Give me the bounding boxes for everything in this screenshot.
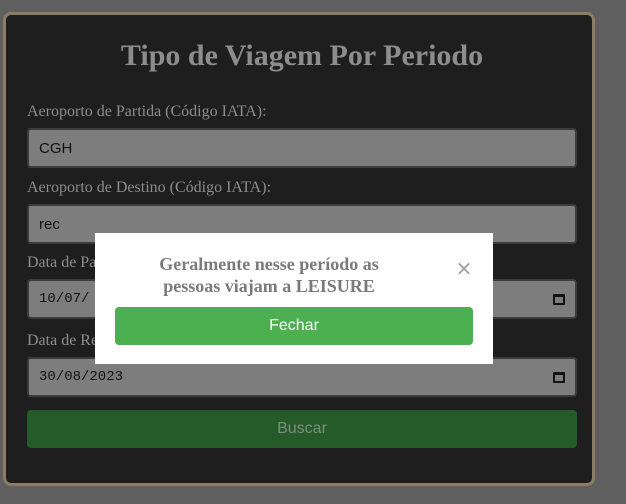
search-button[interactable]: Buscar (27, 410, 577, 448)
destination-value: rec (39, 215, 60, 233)
page-title: Tipo de Viagem Por Periodo (120, 39, 484, 72)
departure-date-label: Data de Pa (27, 254, 97, 271)
origin-input[interactable]: CGH (27, 128, 577, 168)
return-date-label: Data de Re (27, 332, 99, 349)
page: Tipo de Viagem Por Periodo Aeroporto de … (0, 0, 626, 504)
origin-value: CGH (39, 139, 73, 157)
calendar-icon[interactable] (553, 371, 565, 383)
result-modal: Geralmente nesse período as pessoas viaj… (95, 233, 493, 364)
destination-label: Aeroporto de Destino (Código IATA): (27, 179, 272, 196)
origin-label: Aeroporto de Partida (Código IATA): (27, 103, 267, 120)
close-icon[interactable]: × (455, 258, 473, 278)
close-modal-button[interactable]: Fechar (115, 307, 473, 345)
modal-message: Geralmente nesse período as pessoas viaj… (159, 254, 379, 296)
return-date-value: 30/08/2023 (39, 369, 124, 385)
departure-date-value: 10/07/ (39, 291, 90, 307)
calendar-icon[interactable] (553, 293, 565, 305)
